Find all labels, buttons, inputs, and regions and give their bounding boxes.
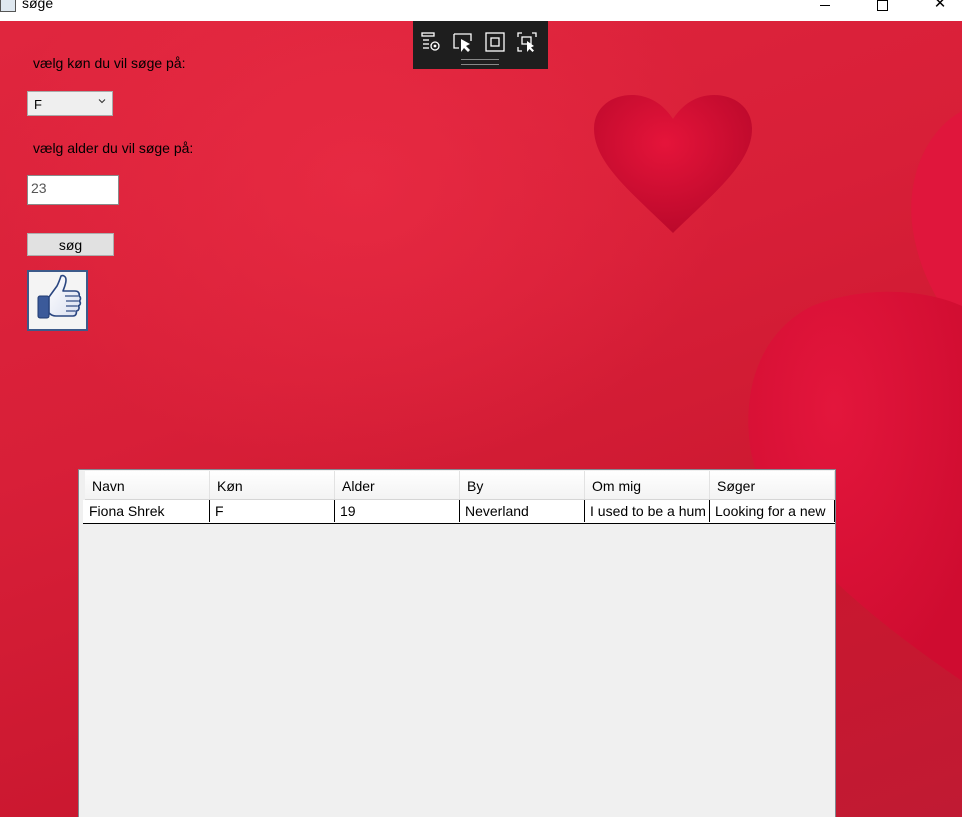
close-icon: ✕ [933, 0, 947, 12]
column-header-navn[interactable]: Navn [85, 471, 210, 499]
track-focus-icon[interactable] [515, 30, 539, 54]
gender-label: vælg køn du vil søge på: [33, 55, 186, 71]
chevron-down-icon [98, 99, 106, 104]
column-header-om-mig[interactable]: Om mig [585, 471, 710, 499]
window-title: søge [22, 0, 54, 11]
maximize-button[interactable] [859, 0, 905, 14]
title-bar: søge ✕ [0, 0, 962, 21]
cell-alder[interactable]: 19 [335, 500, 460, 522]
live-visual-tree-icon[interactable] [419, 30, 443, 54]
age-input-value: 23 [31, 180, 47, 196]
results-data-grid[interactable]: Navn Køn Alder By Om mig Søger Fiona Shr… [78, 469, 836, 817]
cell-kon[interactable]: F [210, 500, 335, 522]
main-window-content: vælg køn du vil søge på: F vælg alder du… [0, 21, 962, 817]
display-layout-adorners-icon[interactable] [483, 30, 507, 54]
column-header-kon[interactable]: Køn [210, 471, 335, 499]
cell-navn[interactable]: Fiona Shrek [83, 500, 210, 522]
grid-header: Navn Køn Alder By Om mig Søger [85, 471, 835, 500]
minimize-icon [820, 4, 830, 6]
cell-by[interactable]: Neverland [460, 500, 585, 522]
cell-om-mig[interactable]: I used to be a hum [585, 500, 710, 522]
column-header-alder[interactable]: Alder [335, 471, 460, 499]
close-button[interactable]: ✕ [917, 0, 962, 14]
toolbar-grip[interactable] [461, 59, 499, 65]
gender-selected-value: F [34, 97, 42, 112]
search-button[interactable]: søg [27, 233, 114, 256]
age-label: vælg alder du vil søge på: [33, 140, 194, 156]
column-header-by[interactable]: By [460, 471, 585, 499]
table-row[interactable]: Fiona Shrek F 19 Neverland I used to be … [83, 500, 835, 524]
column-header-soger[interactable]: Søger [710, 471, 835, 499]
app-icon [0, 0, 16, 12]
age-input[interactable]: 23 [27, 175, 119, 205]
gender-dropdown[interactable]: F [27, 91, 113, 116]
cell-soger[interactable]: Looking for a new [710, 500, 835, 522]
xaml-debug-toolbar [413, 21, 548, 69]
heart-decoration-small [594, 95, 752, 233]
select-element-icon[interactable] [451, 30, 475, 54]
maximize-icon [876, 0, 888, 11]
thumbs-up-icon [37, 274, 82, 319]
like-button[interactable] [27, 270, 88, 331]
minimize-button[interactable] [802, 0, 848, 14]
